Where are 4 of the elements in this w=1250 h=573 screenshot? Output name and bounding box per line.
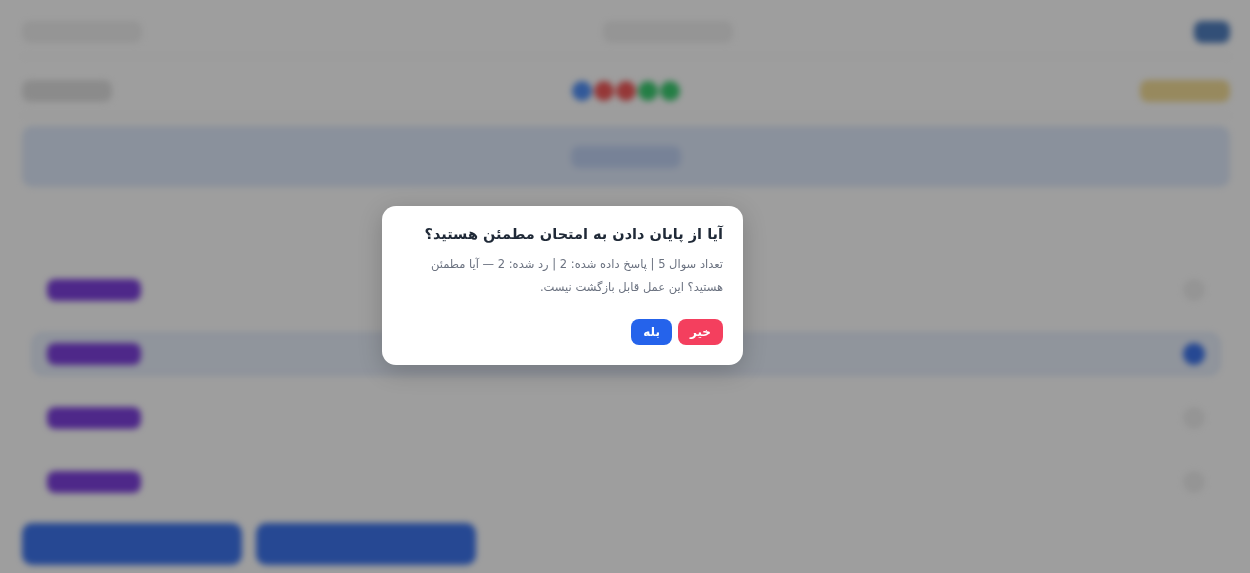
yes-button[interactable]: بله xyxy=(631,319,672,346)
no-button[interactable]: خیر xyxy=(678,319,723,346)
dialog-title: آیا از پایان دادن به امتحان مطمئن هستید؟ xyxy=(423,224,723,245)
dialog-message: تعداد سوال 5 | پاسخ داده شده: 2 | رد شده: 2 — آیا مطمئن هستید؟ این عمل قابل بازگشت نیست. xyxy=(429,256,723,297)
